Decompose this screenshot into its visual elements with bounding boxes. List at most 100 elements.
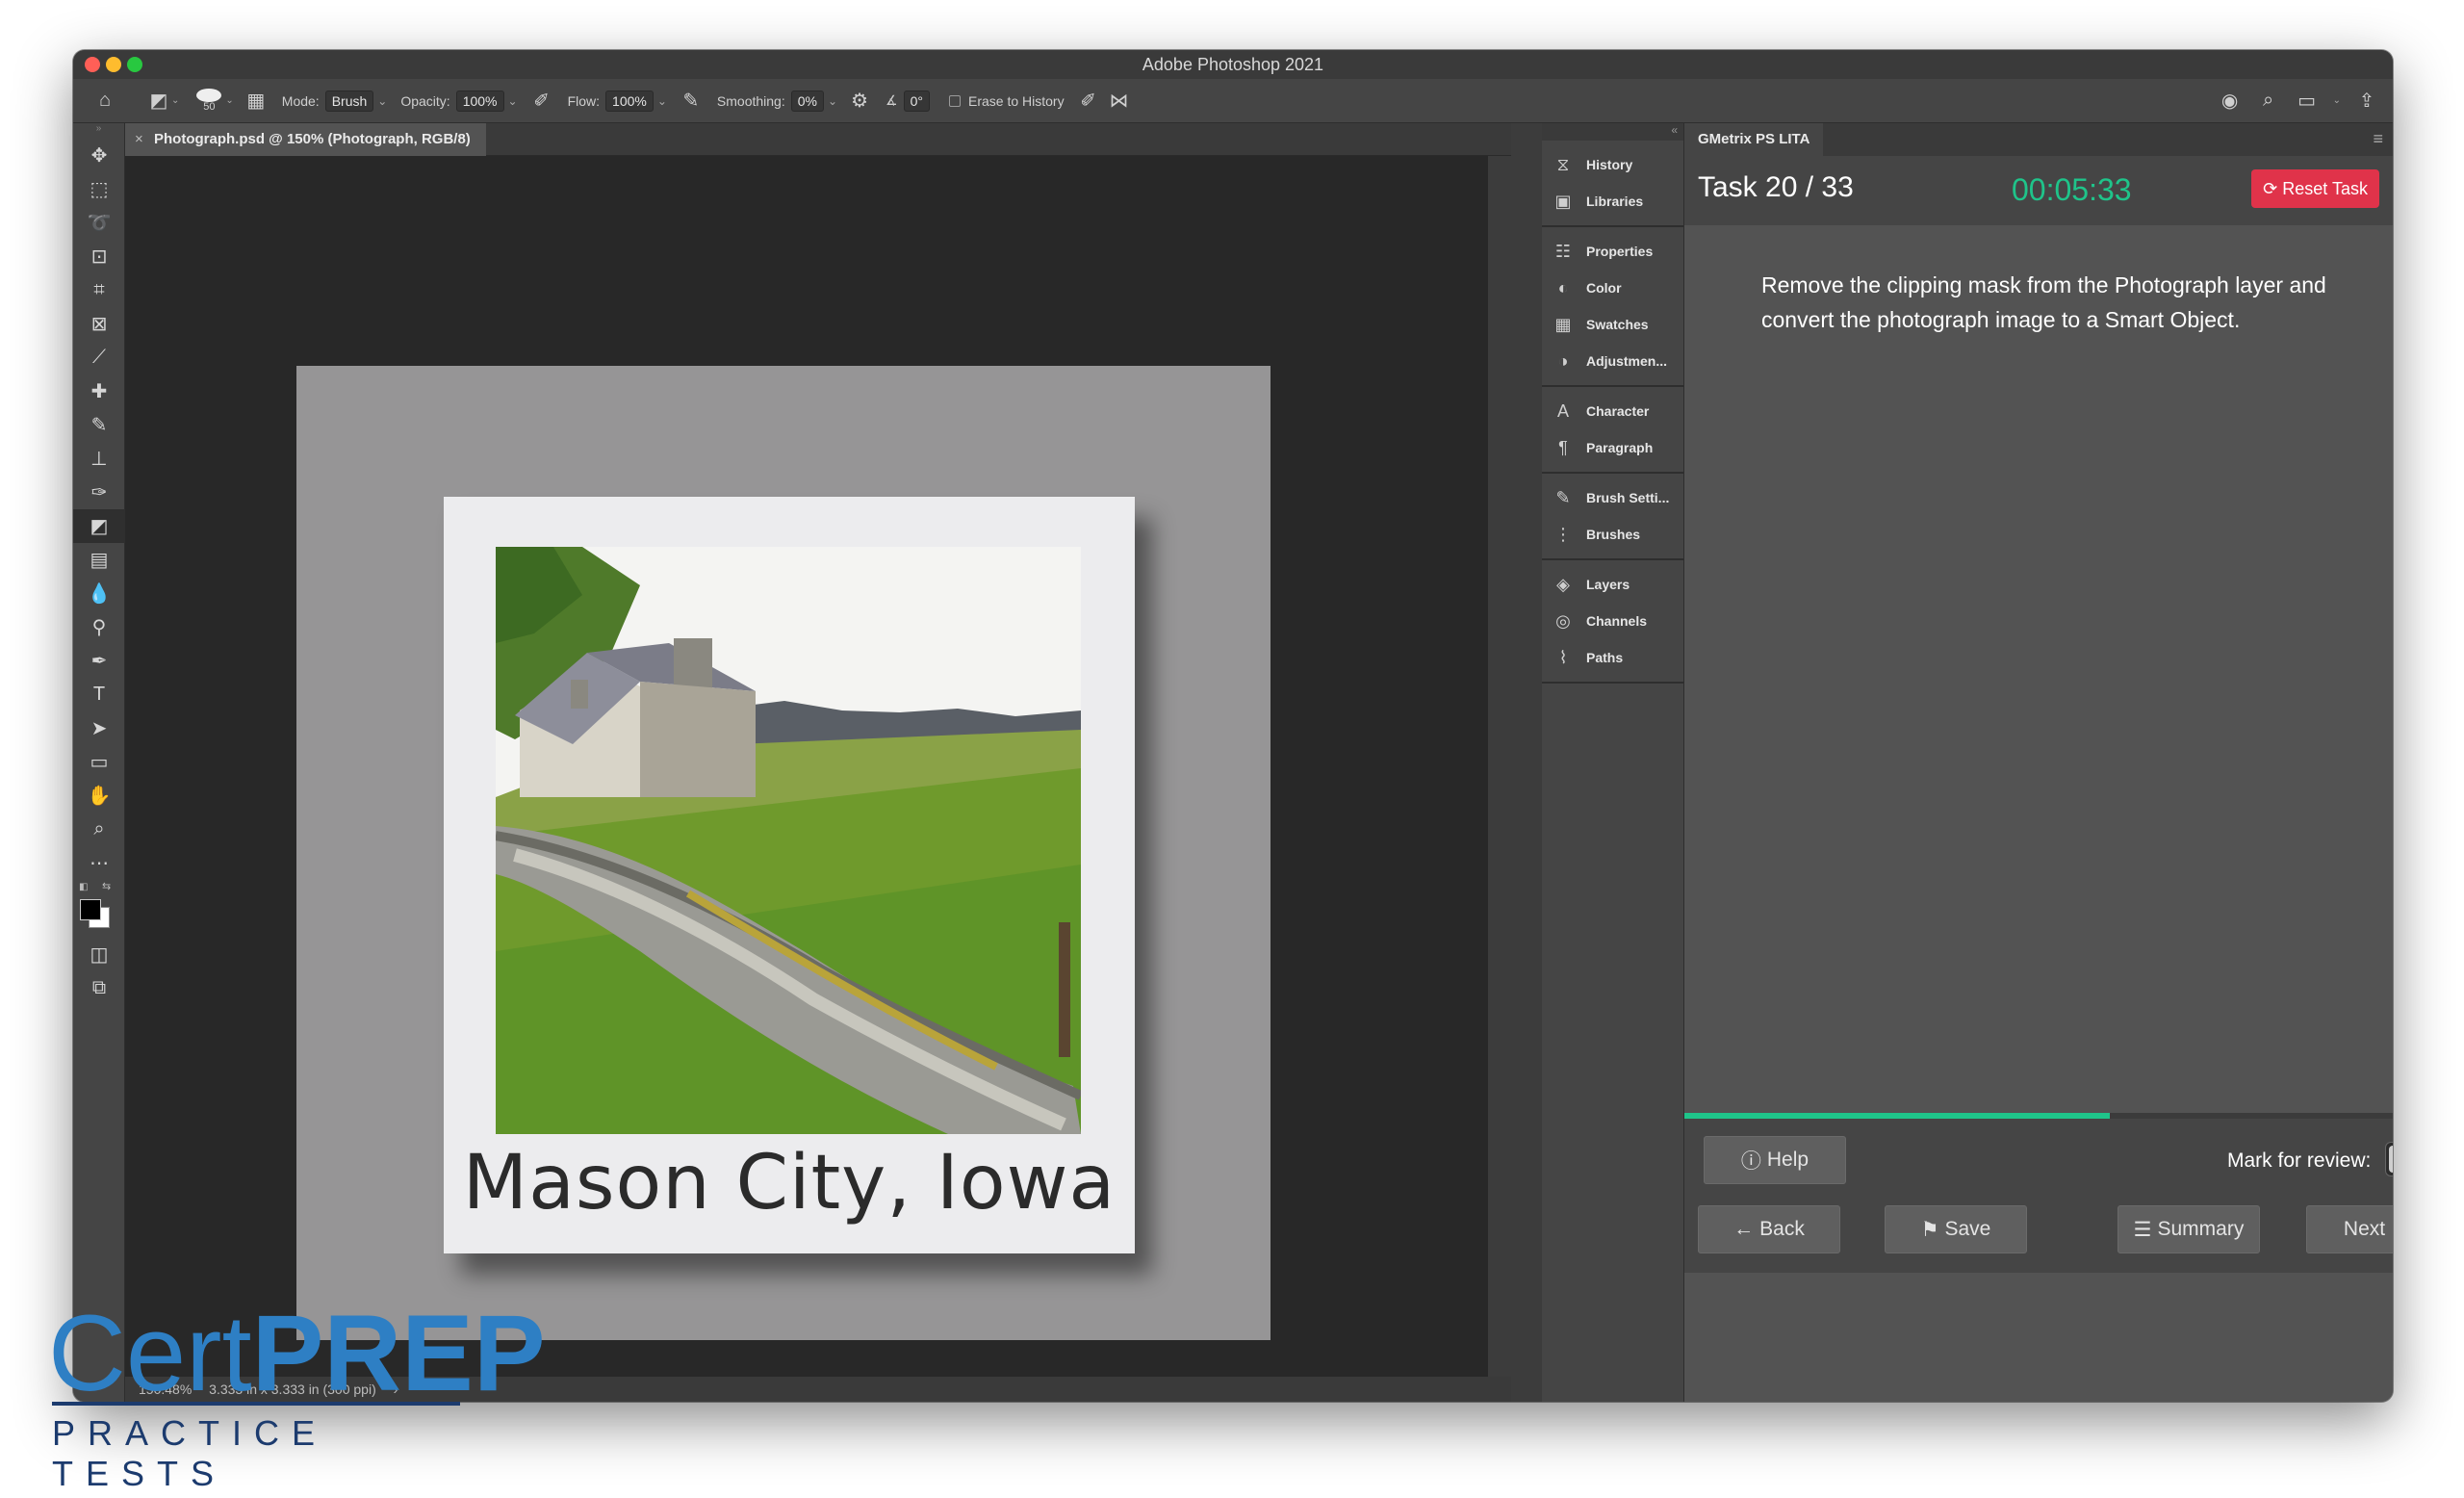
chevron-down-icon[interactable]: ⌄: [377, 94, 387, 108]
blur-tool-icon[interactable]: 💧: [73, 577, 125, 610]
panel-item-label: Paragraph: [1586, 440, 1654, 455]
gmetrix-tab-bar: GMetrix PS LITA ≡: [1684, 123, 2393, 156]
brush-settings-toggle-icon[interactable]: ▦: [244, 89, 269, 114]
panel-item-label: Brushes: [1586, 527, 1641, 542]
brush-size-picker[interactable]: 50: [196, 89, 222, 113]
move-tool-icon[interactable]: ✥: [73, 139, 125, 172]
screen-mode-icon[interactable]: ⧉: [73, 971, 125, 1005]
toolbar-grip-icon[interactable]: »: [73, 123, 124, 139]
opacity-input[interactable]: 100%: [455, 90, 504, 112]
foreground-color-swatch[interactable]: [80, 899, 101, 920]
canvas-area[interactable]: Mason City, Iowa: [125, 156, 1511, 1377]
eraser-tool-preset-icon[interactable]: ◩: [146, 89, 171, 114]
chevron-down-icon[interactable]: ⌄: [171, 95, 179, 106]
chevron-down-icon[interactable]: ⌄: [657, 94, 667, 108]
more-tools-icon[interactable]: ⋯: [73, 846, 125, 880]
panel-item-character[interactable]: A Character: [1542, 393, 1683, 429]
panel-item-paragraph[interactable]: ¶ Paragraph: [1542, 429, 1683, 466]
close-window-button[interactable]: [85, 57, 100, 72]
angle-control: ∡ 0°: [886, 90, 930, 112]
close-tab-icon[interactable]: ×: [135, 123, 143, 156]
task-footer: ⓘ Help Mark for review: ← Back ⚑ Save ☰ …: [1684, 1119, 2393, 1273]
panel-item-swatches[interactable]: ▦ Swatches: [1542, 306, 1683, 343]
next-button[interactable]: Next →: [2306, 1205, 2393, 1253]
clone-stamp-tool-icon[interactable]: ⊥: [73, 442, 125, 476]
chevron-down-icon[interactable]: ⌄: [828, 94, 837, 108]
document-tab[interactable]: × Photograph.psd @ 150% (Photograph, RGB…: [125, 123, 486, 156]
gear-icon[interactable]: ⚙: [847, 89, 872, 114]
gradient-tool-icon[interactable]: ▤: [73, 543, 125, 577]
swap-colors-icon[interactable]: ⇆: [102, 880, 111, 892]
share-icon[interactable]: ⇪: [2354, 89, 2379, 114]
mark-for-review-toggle[interactable]: [2385, 1142, 2393, 1176]
default-colors-icon[interactable]: ◧: [79, 882, 88, 892]
mode-select[interactable]: Brush: [324, 90, 374, 112]
pen-tool-icon[interactable]: ✒: [73, 644, 125, 678]
certprep-logo: CertPREP PRACTICE TESTS: [48, 1300, 546, 1494]
erase-to-history-checkbox[interactable]: [948, 94, 961, 107]
panel-item-color[interactable]: ◐ Color: [1542, 270, 1683, 306]
angle-input[interactable]: 0°: [903, 90, 930, 112]
arrow-right-icon: →: [2391, 1218, 2393, 1241]
back-button[interactable]: ← Back: [1698, 1205, 1840, 1253]
vertical-scrollbar[interactable]: [1488, 156, 1511, 1377]
panel-item-brush-setti[interactable]: ✎ Brush Setti...: [1542, 479, 1683, 516]
workspace-icon[interactable]: ▭: [2295, 89, 2320, 114]
help-button[interactable]: ⓘ Help: [1704, 1136, 1846, 1184]
panel-item-paths[interactable]: ⌇ Paths: [1542, 639, 1683, 676]
pressure-opacity-icon[interactable]: ✐: [529, 89, 554, 114]
eyedropper-tool-icon[interactable]: ⟋: [73, 341, 125, 374]
history-brush-tool-icon[interactable]: ✑: [73, 476, 125, 509]
path-selection-tool-icon[interactable]: ➤: [73, 711, 125, 745]
panel-item-history[interactable]: ⧖ History: [1542, 146, 1683, 183]
crop-tool-icon[interactable]: ⌗: [73, 273, 125, 307]
hand-tool-icon[interactable]: ✋: [73, 779, 125, 813]
panel-item-channels[interactable]: ◎ Channels: [1542, 603, 1683, 639]
eraser-tool-icon[interactable]: ◩: [73, 509, 125, 543]
rectangle-tool-icon[interactable]: ▭: [73, 745, 125, 779]
panel-menu-icon[interactable]: ≡: [2373, 129, 2383, 149]
frame-tool-icon[interactable]: ⊠: [73, 307, 125, 341]
smoothing-input[interactable]: 0%: [790, 90, 824, 112]
summary-label: Summary: [2157, 1218, 2245, 1240]
symmetry-icon[interactable]: ⋈: [1107, 89, 1132, 114]
save-button[interactable]: ⚑ Save: [1885, 1205, 2027, 1253]
lasso-tool-icon[interactable]: ➰: [73, 206, 125, 240]
panel-item-layers[interactable]: ◈ Layers: [1542, 566, 1683, 603]
brush-tool-icon[interactable]: ✎: [73, 408, 125, 442]
pressure-size-icon[interactable]: ✐: [1076, 89, 1101, 114]
zoom-tool-icon[interactable]: ⌕: [73, 813, 125, 846]
polaroid-frame: Mason City, Iowa: [444, 497, 1135, 1253]
flow-input[interactable]: 100%: [605, 90, 654, 112]
brush-tip-icon: [196, 89, 222, 102]
artboard[interactable]: Mason City, Iowa: [296, 366, 1270, 1340]
erase-to-history-option[interactable]: Erase to History: [948, 93, 1065, 109]
mark-for-review-label: Mark for review:: [2227, 1149, 2372, 1172]
type-tool-icon[interactable]: T: [73, 678, 125, 711]
panel-item-adjustmen[interactable]: ◑ Adjustmen...: [1542, 343, 1683, 379]
chevron-down-icon[interactable]: ⌄: [225, 95, 233, 106]
options-right-icons: ◉ ⌕ ▭ ⌄ ⇪: [2218, 89, 2379, 114]
panel-item-libraries[interactable]: ▣ Libraries: [1542, 183, 1683, 220]
healing-brush-tool-icon[interactable]: ✚: [73, 374, 125, 408]
panel-item-brushes[interactable]: ⋮ Brushes: [1542, 516, 1683, 553]
home-icon[interactable]: ⌂: [92, 89, 117, 114]
collapse-panels-icon[interactable]: «: [1542, 123, 1683, 141]
summary-button[interactable]: ☰ Summary: [2118, 1205, 2260, 1253]
panel-item-properties[interactable]: ☷ Properties: [1542, 233, 1683, 270]
reset-task-button[interactable]: ⟳ Reset Task: [2251, 169, 2379, 208]
airbrush-icon[interactable]: ✎: [679, 89, 704, 114]
quick-mask-icon[interactable]: ◫: [73, 938, 125, 971]
document-tab-title: Photograph.psd @ 150% (Photograph, RGB/8…: [154, 131, 471, 147]
object-selection-tool-icon[interactable]: ⊡: [73, 240, 125, 273]
dodge-tool-icon[interactable]: ⚲: [73, 610, 125, 644]
search-icon[interactable]: ⌕: [2256, 89, 2281, 114]
learn-icon[interactable]: ◉: [2218, 89, 2243, 114]
chevron-down-icon[interactable]: ⌄: [2333, 95, 2341, 106]
gmetrix-tab[interactable]: GMetrix PS LITA: [1684, 123, 1824, 156]
minimize-window-button[interactable]: [106, 57, 121, 72]
marquee-tool-icon[interactable]: ⬚: [73, 172, 125, 206]
color-swatches[interactable]: ◧ ⇆: [73, 880, 124, 938]
chevron-down-icon[interactable]: ⌄: [508, 94, 518, 108]
zoom-window-button[interactable]: [127, 57, 142, 72]
